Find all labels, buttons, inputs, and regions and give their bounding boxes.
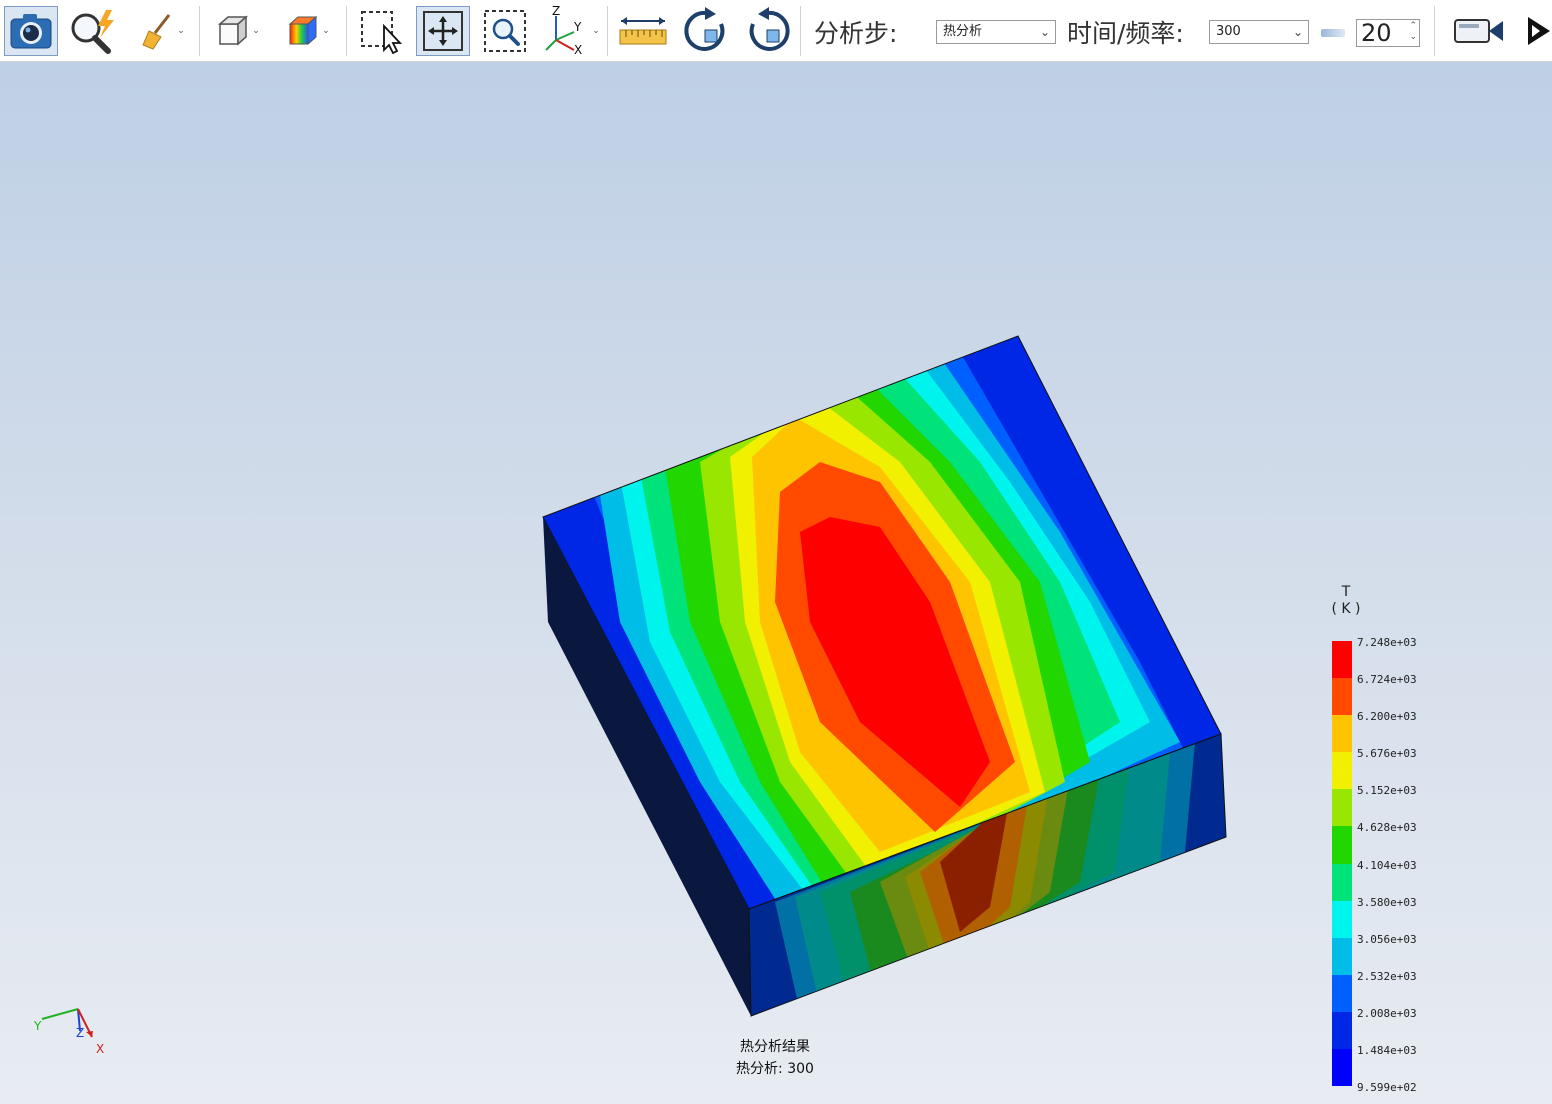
clean-button[interactable]: ⌄ [134, 6, 190, 56]
result-caption: 热分析结果 热分析: 300 [700, 1036, 850, 1080]
spin-arrows-icon[interactable]: ⌃ ⌄ [1409, 21, 1417, 43]
zoom-window-button[interactable] [478, 6, 532, 56]
legend-color-cell [1332, 900, 1352, 939]
rotate-clockwise-icon [684, 7, 725, 51]
time-freq-label: 时间/频率: [1067, 19, 1184, 48]
screenshot-button[interactable] [4, 6, 58, 56]
svg-text:X: X [96, 1042, 104, 1056]
legend-color-cell [1332, 641, 1352, 679]
svg-text:Y: Y [33, 1019, 42, 1033]
svg-text:Z: Z [552, 6, 560, 18]
pan-button[interactable] [416, 6, 470, 56]
toolbar: ⌄ ⌄ ⌄ Z Y X ⌄ 分析步: 热分析 ⌄ 时间/频率: 300 ⌄ 20… [0, 0, 1552, 62]
play-button[interactable] [1522, 6, 1552, 56]
legend-color-cell [1332, 789, 1352, 827]
cube-icon [218, 15, 249, 46]
time-freq-value: 300 [1216, 24, 1241, 39]
svg-text:Z: Z [76, 1026, 84, 1040]
quick-zoom-button[interactable] [64, 6, 124, 56]
legend-color-cell [1332, 826, 1352, 864]
toolbar-separator [346, 6, 347, 56]
broom-icon [142, 14, 171, 50]
legend-color-cell [1332, 678, 1352, 716]
legend-title: T ( K ) [1326, 584, 1366, 618]
analysis-step-value: 热分析 [943, 24, 983, 39]
analysis-step-label: 分析步: [814, 19, 898, 48]
xyz-axes-icon: Z Y X [545, 6, 582, 56]
chevron-down-icon: ⌄ [1292, 25, 1303, 39]
contour-button[interactable]: ⌄ [280, 6, 336, 56]
frame-spinbox[interactable]: 20 ⌃ ⌄ [1356, 19, 1420, 47]
toolbar-separator [199, 6, 200, 56]
graphics-viewport[interactable]: T ( K ) 7.248e+03 6.724e+03 6.200e+03 5.676… [0, 62, 1552, 1104]
legend-tick-label: 6.724e+03 [1357, 673, 1417, 687]
legend-tick-label: 3.580e+03 [1357, 895, 1417, 909]
chevron-down-icon: ⌄ [322, 26, 330, 36]
time-freq-select[interactable]: 300 ⌄ [1209, 20, 1309, 44]
legend-tick-label: 9.599e+02 [1357, 1081, 1417, 1094]
slider-handle[interactable] [1321, 29, 1345, 37]
legend-tick-label: 2.008e+03 [1357, 1006, 1417, 1020]
video-camera-icon [1454, 19, 1503, 43]
pan-arrows-icon [423, 11, 463, 51]
magnifier-lightning-icon [71, 10, 114, 54]
legend-tick-label: 3.056e+03 [1357, 932, 1417, 946]
legend-color-cell [1332, 974, 1352, 1013]
zoom-window-icon [484, 10, 526, 52]
legend-tick-label: 1.484e+03 [1357, 1043, 1417, 1057]
legend-tick-label: 5.152e+03 [1357, 784, 1417, 798]
toolbar-separator [1434, 6, 1435, 56]
legend-quantity: T [1341, 584, 1351, 600]
toolbar-separator [800, 6, 801, 56]
play-icon [1528, 17, 1550, 45]
legend-color-cell [1332, 1048, 1352, 1087]
legend-unit: ( K ) [1331, 601, 1361, 617]
color-contour-icon [288, 15, 318, 46]
svg-text:Y: Y [573, 20, 582, 34]
svg-text:X: X [574, 43, 582, 56]
chevron-down-icon: ⌄ [1039, 25, 1050, 39]
caption-title: 热分析结果 [740, 1039, 810, 1055]
rotate-ccw-button[interactable] [740, 6, 796, 56]
axes-button[interactable]: Z Y X ⌄ [540, 6, 600, 56]
legend-tick-label: 2.532e+03 [1357, 969, 1417, 983]
toolbar-separator [607, 6, 608, 56]
legend-color-cell [1332, 715, 1352, 753]
chevron-down-icon: ⌄ [177, 26, 185, 36]
legend-color-cell [1332, 1011, 1352, 1050]
chevron-down-icon: ⌄ [592, 26, 600, 36]
legend-tick-label: 6.200e+03 [1357, 710, 1417, 724]
fea-model[interactable] [0, 62, 1552, 1104]
legend-color-cell [1332, 937, 1352, 976]
spin-value: 20 [1361, 19, 1392, 47]
legend-color-bar [1332, 641, 1352, 1087]
box-select-button[interactable] [354, 6, 408, 56]
legend-tick-label: 7.248e+03 [1357, 636, 1417, 649]
analysis-step-select[interactable]: 热分析 ⌄ [936, 20, 1056, 44]
caption-step: 热分析: 300 [736, 1061, 814, 1077]
record-button[interactable] [1446, 6, 1512, 56]
rotate-counterclockwise-icon [749, 7, 790, 51]
chevron-down-icon: ⌄ [252, 26, 260, 36]
legend-tick-label: 5.676e+03 [1357, 747, 1417, 761]
rotate-cw-button[interactable] [678, 6, 734, 56]
legend-color-cell [1332, 752, 1352, 790]
ruler-icon [619, 17, 667, 45]
legend-color-cell [1332, 863, 1352, 902]
measure-button[interactable] [614, 6, 672, 56]
legend-tick-label: 4.628e+03 [1357, 821, 1417, 835]
view-cube-button[interactable]: ⌄ [210, 6, 266, 56]
orientation-triad: Y Z X [33, 1008, 104, 1056]
camera-icon [10, 14, 52, 49]
box-select-icon [361, 11, 403, 54]
legend-tick-label: 4.104e+03 [1357, 858, 1417, 872]
